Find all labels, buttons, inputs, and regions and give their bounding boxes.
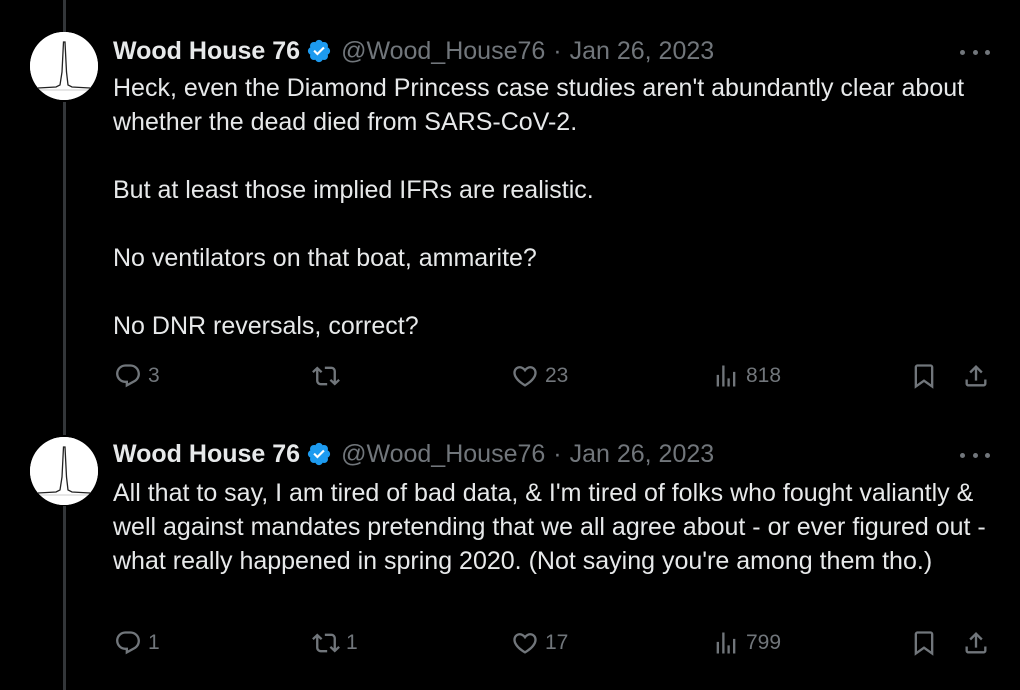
- spectrum-peak-avatar-icon: [30, 437, 98, 505]
- spectrum-peak-avatar-icon: [30, 32, 98, 100]
- tweet-header: Wood House 76 @Wood_House76 · Jan 26, 20…: [113, 36, 714, 66]
- tweet-text: Heck, even the Diamond Princess case stu…: [113, 71, 993, 343]
- bookmark-button[interactable]: [910, 629, 938, 657]
- bookmark-button[interactable]: [910, 362, 938, 390]
- like-button[interactable]: 17: [511, 629, 568, 657]
- reply-icon: [116, 364, 140, 388]
- views-button[interactable]: 799: [712, 629, 781, 657]
- share-button[interactable]: [962, 629, 990, 657]
- avatar[interactable]: [30, 437, 98, 505]
- author-name[interactable]: Wood House 76: [113, 439, 300, 469]
- tweet[interactable]: Wood House 76 @Wood_House76 · Jan 26, 20…: [0, 0, 1020, 420]
- separator-dot: ·: [553, 440, 562, 468]
- share-icon: [965, 632, 987, 654]
- tweet[interactable]: Wood House 76 @Wood_House76 · Jan 26, 20…: [0, 420, 1020, 690]
- author-name[interactable]: Wood House 76: [113, 36, 300, 66]
- tweet-date[interactable]: Jan 26, 2023: [570, 439, 715, 469]
- reply-count: 1: [148, 631, 160, 654]
- bookmark-icon: [914, 631, 934, 656]
- retweet-icon: [312, 633, 340, 653]
- views-icon: [716, 632, 736, 654]
- bookmark-icon: [914, 364, 934, 389]
- verified-badge-icon[interactable]: [306, 38, 332, 64]
- tweet-actions: 3 23 818: [0, 362, 1020, 402]
- tweet-date[interactable]: Jan 26, 2023: [570, 36, 715, 66]
- like-count: 17: [545, 631, 569, 654]
- views-button[interactable]: 818: [712, 362, 781, 390]
- tweet-paragraph: No ventilators on that boat, ammarite?: [113, 244, 537, 272]
- tweet-paragraph: All that to say, I am tired of bad data,…: [113, 479, 986, 575]
- heart-icon: [513, 633, 537, 654]
- more-icon[interactable]: [960, 42, 990, 62]
- like-count: 23: [545, 364, 569, 387]
- share-icon: [965, 365, 987, 387]
- views-count: 818: [746, 364, 782, 387]
- author-handle[interactable]: @Wood_House76: [341, 36, 545, 66]
- tweet-paragraph: Heck, even the Diamond Princess case stu…: [113, 74, 965, 136]
- verified-badge-icon[interactable]: [306, 441, 332, 467]
- reply-button[interactable]: 1: [114, 629, 160, 657]
- retweet-icon: [312, 366, 340, 386]
- tweet-paragraph: But at least those implied IFRs are real…: [113, 176, 594, 204]
- retweet-count: 1: [346, 631, 358, 654]
- tweet-paragraph: No DNR reversals, correct?: [113, 312, 419, 340]
- avatar[interactable]: [30, 32, 98, 100]
- heart-icon: [513, 366, 537, 387]
- tweet-text: All that to say, I am tired of bad data,…: [113, 476, 993, 578]
- author-handle[interactable]: @Wood_House76: [341, 439, 545, 469]
- share-button[interactable]: [962, 362, 990, 390]
- views-icon: [716, 365, 736, 387]
- reply-icon: [116, 631, 140, 655]
- more-icon[interactable]: [960, 445, 990, 465]
- reply-count: 3: [148, 364, 160, 387]
- retweet-button[interactable]: [312, 362, 346, 390]
- reply-button[interactable]: 3: [114, 362, 160, 390]
- separator-dot: ·: [553, 37, 562, 65]
- tweet-actions: 1 1 17 799: [0, 629, 1020, 669]
- views-count: 799: [746, 631, 782, 654]
- like-button[interactable]: 23: [511, 362, 568, 390]
- retweet-button[interactable]: 1: [312, 629, 358, 657]
- tweet-header: Wood House 76 @Wood_House76 · Jan 26, 20…: [113, 439, 714, 469]
